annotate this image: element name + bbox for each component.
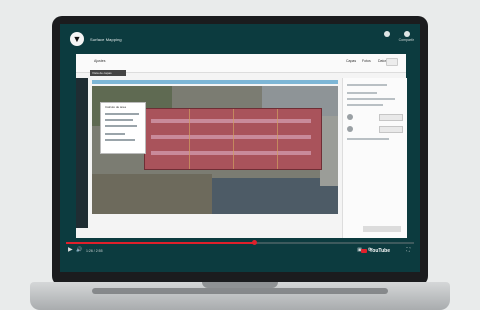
watch-later-icon[interactable] [384,31,390,37]
roof-panel-row [151,151,311,155]
tab-ajustes[interactable]: Ajustes [94,59,105,63]
layer-toggle-button[interactable] [379,114,403,121]
map-toolbar[interactable] [92,80,338,84]
share-button[interactable] [404,31,410,37]
player-controls: ▶ 🔊 1:26 / 2:55 ▣ ⚙ YouTube ⛶ [60,246,420,268]
left-tool-pane [76,78,88,228]
info-line [105,125,137,127]
panel-line [347,104,383,106]
panel-line [347,98,395,100]
panel-line [347,92,377,94]
roof-grid-line [233,109,234,169]
panel-action-button[interactable] [363,226,401,232]
tab-capas[interactable]: Capas [346,59,356,63]
youtube-logo[interactable]: YouTube [361,247,390,255]
channel-avatar[interactable]: ▼ [70,32,84,46]
panel-line [347,138,389,140]
roof-panel-row [151,135,311,139]
progress-scrubber[interactable] [251,240,257,245]
fullscreen-icon[interactable]: ⛶ [406,246,410,254]
layer-toggle-button[interactable] [379,126,403,133]
youtube-logo-text: YouTube [369,248,390,254]
share-icon [404,31,410,37]
layer-thumb-icon[interactable] [347,126,353,132]
layer-thumb-icon[interactable] [347,114,353,120]
volume-icon[interactable]: 🔊 [76,246,82,254]
map-ground-patch [92,174,212,214]
info-line [105,113,139,115]
info-panel-title: Cálculo de área [105,105,127,109]
roof-grid-line [277,109,278,169]
video-progress-bar[interactable] [66,240,414,245]
user-menu-icon[interactable] [386,58,398,66]
time-display: 1:26 / 2:55 [86,249,103,253]
play-icon[interactable]: ▶ [68,246,73,254]
youtube-play-icon [361,248,368,253]
tooltip: Vista de capas [90,70,126,76]
video-top-actions [384,31,410,37]
info-line [105,133,125,135]
area-info-panel: Cálculo de área [100,102,146,154]
layers-side-panel [342,78,407,238]
map-road-patch [320,116,338,186]
video-top-bar: ▼ Surface Mapping [60,24,420,54]
roof-grid-line [189,109,190,169]
share-label[interactable]: Compartir [399,38,414,42]
roof-panel-row [151,119,311,123]
panel-heading [347,84,387,86]
app-window: Ajustes Capas Fotos Datos Vista de capas [76,54,407,238]
info-line [105,139,135,141]
roof-area-polygon[interactable] [144,108,322,170]
info-line [105,119,133,121]
tab-fotos[interactable]: Fotos [362,59,371,63]
video-player-screen[interactable]: ▼ Surface Mapping Compartir Ajustes Capa… [60,24,420,272]
laptop-hinge [92,288,388,294]
progress-fill [66,242,254,244]
video-title[interactable]: Surface Mapping [90,37,122,42]
